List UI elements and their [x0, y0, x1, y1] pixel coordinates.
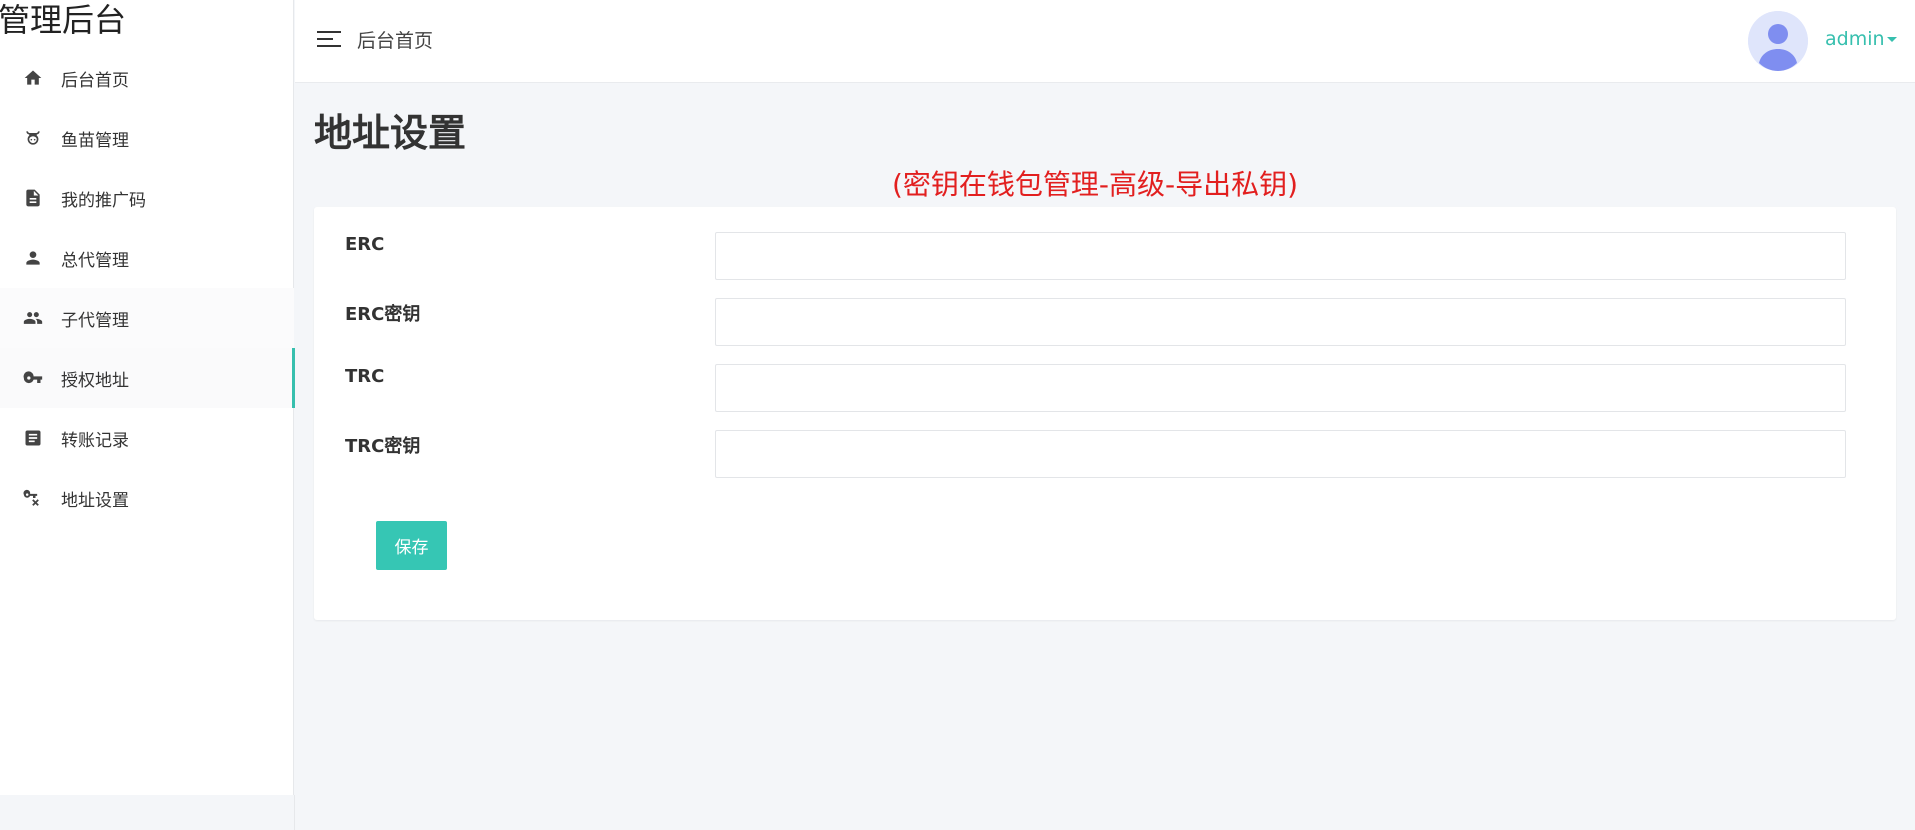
chevron-down-icon[interactable] — [1887, 37, 1897, 42]
sidebar-item-label: 转账记录 — [61, 430, 129, 451]
sidebar-item-promo-code[interactable]: 我的推广码 — [0, 168, 294, 228]
sidebar-item-label: 总代管理 — [61, 250, 129, 271]
sidebar-menu: 后台首页 鱼苗管理 我的推广码 总代管理 子代管理 授权地址 转账记录 地址设置 — [0, 48, 295, 528]
sidebar-item-label: 我的推广码 — [61, 190, 146, 211]
private-key-notice: (密钥在钱包管理-高级-导出私钥) — [892, 168, 1299, 201]
breadcrumb[interactable]: 后台首页 — [357, 26, 433, 56]
form-row-erc: ERC — [314, 232, 1896, 280]
sidebar-item-label: 鱼苗管理 — [61, 130, 129, 151]
key-setting-icon — [22, 487, 44, 509]
sidebar-item-sub-agent[interactable]: 子代管理 — [0, 288, 294, 348]
form-row-trc: TRC — [314, 364, 1896, 412]
sidebar: 管理后台 后台首页 鱼苗管理 我的推广码 总代管理 子代管理 授权地址 转账记录… — [0, 0, 295, 795]
person-icon — [22, 247, 44, 269]
sidebar-item-label: 授权地址 — [61, 370, 129, 391]
hamburger-menu-icon[interactable] — [317, 29, 343, 49]
trc-address-input[interactable] — [715, 364, 1846, 412]
trc-key-label: TRC密钥 — [345, 436, 421, 457]
trc-key-input[interactable] — [715, 430, 1846, 478]
brand-title: 管理后台 — [0, 1, 127, 39]
top-header: 后台首页 admin — [295, 0, 1915, 83]
sidebar-item-label: 后台首页 — [61, 70, 129, 91]
erc-label: ERC — [345, 234, 385, 255]
sidebar-item-address-settings[interactable]: 地址设置 — [0, 468, 294, 528]
sidebar-item-authorized-address[interactable]: 授权地址 — [0, 348, 295, 408]
cow-icon — [22, 127, 44, 149]
erc-address-input[interactable] — [715, 232, 1846, 280]
trc-label: TRC — [345, 366, 385, 387]
erc-key-input[interactable] — [715, 298, 1846, 346]
people-icon — [22, 307, 44, 329]
sidebar-item-general-agent[interactable]: 总代管理 — [0, 228, 294, 288]
document-icon — [22, 187, 44, 209]
home-icon — [22, 67, 44, 89]
sidebar-item-home[interactable]: 后台首页 — [0, 48, 294, 108]
save-button[interactable]: 保存 — [376, 521, 447, 570]
page-title: 地址设置 — [314, 111, 467, 155]
address-settings-form: ERC ERC密钥 TRC TRC密钥 保存 — [314, 207, 1896, 620]
sidebar-item-label: 地址设置 — [61, 490, 129, 511]
form-row-trc-key: TRC密钥 — [314, 430, 1896, 478]
form-row-erc-key: ERC密钥 — [314, 298, 1896, 346]
erc-key-label: ERC密钥 — [345, 304, 421, 325]
key-icon — [22, 367, 44, 389]
list-icon — [22, 427, 44, 449]
user-menu-name[interactable]: admin — [1825, 24, 1885, 54]
sidebar-item-label: 子代管理 — [61, 310, 129, 331]
sidebar-item-transfer-records[interactable]: 转账记录 — [0, 408, 294, 468]
avatar[interactable] — [1748, 11, 1808, 71]
app-root: 管理后台 后台首页 鱼苗管理 我的推广码 总代管理 子代管理 授权地址 转账记录… — [0, 0, 1915, 830]
sidebar-item-fry[interactable]: 鱼苗管理 — [0, 108, 294, 168]
sidebar-footer — [0, 795, 295, 830]
